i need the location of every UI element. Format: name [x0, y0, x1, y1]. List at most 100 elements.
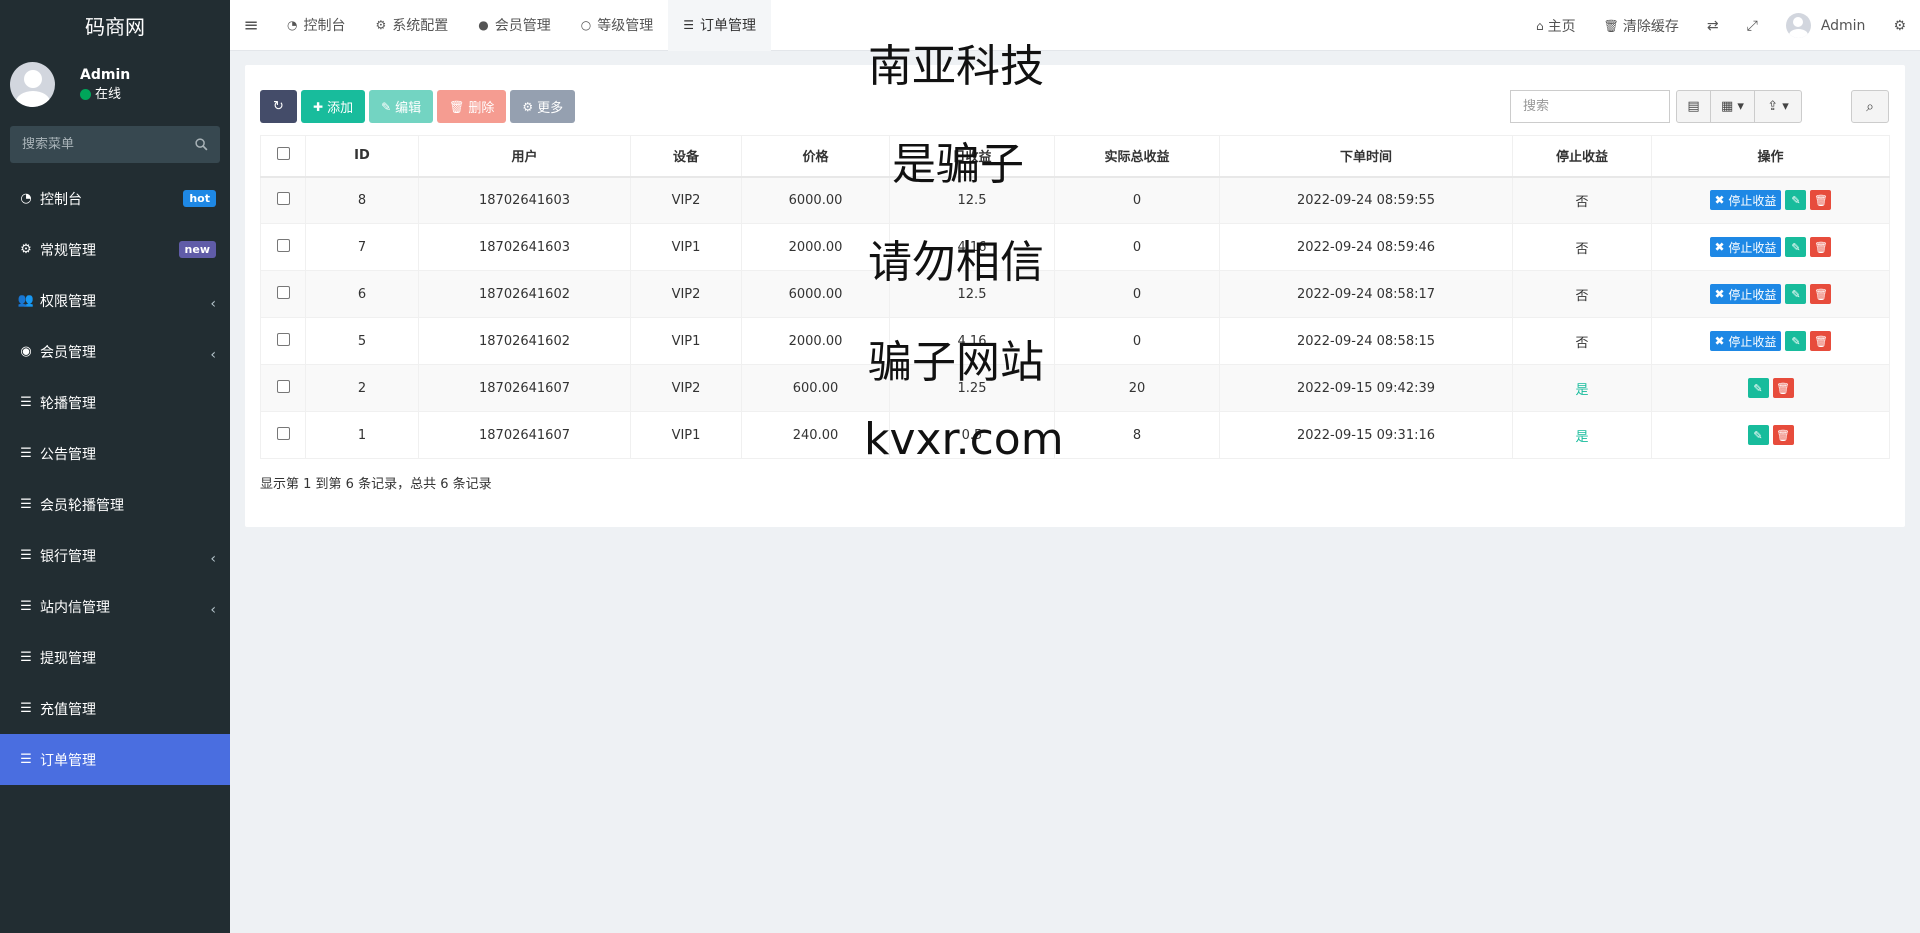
row-checkbox[interactable] [276, 332, 290, 346]
row-edit-button[interactable]: ✎ [1785, 331, 1807, 351]
refresh-button[interactable]: ↻ [260, 90, 297, 123]
tab-levels[interactable]: ○ 等级管理 [566, 0, 668, 51]
times-icon: ✖ [1714, 193, 1729, 208]
tab-dashboard[interactable]: ◔ 控制台 [272, 0, 360, 51]
sidebar-item-dashboard[interactable]: ◔ 控制台 hot [0, 173, 230, 224]
cell-device: VIP1 [630, 223, 742, 271]
settings-toggle[interactable]: ⚙ [1879, 18, 1920, 34]
sidebar-search-input[interactable] [22, 137, 195, 152]
columns-button[interactable]: ▦ ▾ [1710, 90, 1755, 123]
fullscreen-toggle[interactable]: ⤢ [1733, 18, 1772, 34]
cell-total: 8 [1054, 411, 1220, 459]
export-button[interactable]: ⇪ ▾ [1754, 90, 1802, 123]
table-view-icon: ▤ [1687, 99, 1700, 114]
header-time[interactable]: 下单时间 [1219, 135, 1513, 178]
header-total[interactable]: 实际总收益 [1054, 135, 1220, 178]
list-icon: ☰ [20, 446, 32, 461]
cell-total: 20 [1054, 364, 1220, 412]
sidebar-item-notice[interactable]: ☰ 公告管理 [0, 428, 230, 479]
row-edit-button[interactable]: ✎ [1785, 190, 1807, 211]
tab-members[interactable]: ● 会员管理 [463, 0, 565, 51]
row-edit-button[interactable]: ✎ [1747, 425, 1769, 445]
stop-earning-button[interactable]: ✖ 停止收益 [1709, 331, 1782, 351]
sidebar-item-withdraw[interactable]: ☰ 提现管理 [0, 632, 230, 683]
sidebar-item-label: 充值管理 [40, 701, 96, 718]
header-stopped[interactable]: 停止收益 [1512, 135, 1652, 178]
sidebar-item-auth[interactable]: 👥 权限管理 ‹ [0, 275, 230, 326]
table-search-input[interactable] [1510, 90, 1670, 123]
delete-button[interactable]: 🗑 删除 [437, 90, 507, 123]
stop-earning-button[interactable]: ✖ 停止收益 [1709, 190, 1782, 211]
table-tools: ▤ ▦ ▾ ⇪ ▾ [1676, 90, 1802, 123]
sidebar-item-label: 权限管理 [40, 293, 96, 310]
clear-cache-button[interactable]: 🗑 清除缓存 [1590, 16, 1693, 36]
home-link[interactable]: ⌂ 主页 [1522, 16, 1590, 36]
logo[interactable]: 码商网 [0, 0, 230, 51]
row-delete-button[interactable]: 🗑 [1810, 190, 1832, 211]
row-delete-button[interactable]: 🗑 [1810, 331, 1832, 351]
cell-actions: ✖ 停止收益 ✎ 🗑 [1651, 223, 1890, 271]
tab-orders[interactable]: ☰ 订单管理 [668, 0, 771, 51]
tab-system-config[interactable]: ⚙ 系统配置 [360, 0, 463, 51]
add-button[interactable]: ✚ 添加 [301, 90, 366, 123]
sidebar-item-members[interactable]: ◉ 会员管理 ‹ [0, 326, 230, 377]
sidebar-item-general[interactable]: ⚙ 常规管理 new [0, 224, 230, 275]
header-user[interactable]: 用户 [418, 135, 631, 178]
menu-toggle-icon[interactable]: ≡ [230, 15, 272, 36]
toggle-view-button[interactable]: ▤ [1676, 90, 1711, 123]
tab-label: 控制台 [303, 18, 346, 34]
cell-device: VIP1 [630, 317, 742, 365]
search-icon[interactable] [195, 138, 208, 151]
cell-id: 6 [305, 270, 419, 318]
row-checkbox[interactable] [276, 238, 290, 252]
search-icon: ⌕ [1866, 98, 1874, 115]
row-edit-button[interactable]: ✎ [1747, 378, 1769, 398]
user-menu[interactable]: Admin [1772, 13, 1880, 38]
search-button[interactable]: ⌕ [1851, 90, 1889, 123]
online-dot-icon [80, 89, 91, 100]
row-delete-button[interactable]: 🗑 [1810, 284, 1832, 304]
sidebar-item-bank[interactable]: ☰ 银行管理 ‹ [0, 530, 230, 581]
header-actions: 操作 [1651, 135, 1890, 178]
row-checkbox[interactable] [276, 379, 290, 393]
row-delete-button[interactable]: 🗑 [1772, 378, 1794, 398]
pencil-icon: ✎ [1791, 193, 1801, 207]
sidebar-item-orders[interactable]: ☰ 订单管理 [0, 734, 230, 785]
sidebar-item-carousel[interactable]: ☰ 轮播管理 [0, 377, 230, 428]
row-checkbox[interactable] [276, 426, 290, 440]
cell-actions: ✖ 停止收益 ✎ 🗑 [1651, 176, 1890, 224]
pencil-icon: ✎ [1791, 287, 1801, 301]
header-price[interactable]: 价格 [741, 135, 890, 178]
table-row: 1 18702641607 VIP1 240.00 0.5 8 2022-09-… [260, 411, 1890, 459]
trash-icon: 🗑 [1776, 428, 1790, 442]
cell-time: 2022-09-15 09:42:39 [1219, 364, 1513, 412]
cell-device: VIP2 [630, 176, 742, 224]
row-edit-button[interactable]: ✎ [1785, 237, 1807, 257]
language-toggle[interactable]: ⇄ [1693, 18, 1733, 34]
more-button[interactable]: ⚙ 更多 [510, 90, 576, 123]
row-checkbox[interactable] [276, 285, 290, 299]
row-checkbox[interactable] [276, 191, 290, 205]
stop-earning-button[interactable]: ✖ 停止收益 [1709, 284, 1782, 304]
pencil-icon: ✎ [1753, 428, 1763, 442]
row-delete-button[interactable]: 🗑 [1810, 237, 1832, 257]
tab-label: 等级管理 [597, 18, 654, 34]
sidebar-item-messages[interactable]: ☰ 站内信管理 ‹ [0, 581, 230, 632]
table-row: 8 18702641603 VIP2 6000.00 12.5 0 2022-0… [260, 176, 1890, 224]
row-edit-button[interactable]: ✎ [1785, 284, 1807, 304]
header-device[interactable]: 设备 [630, 135, 742, 178]
header-id[interactable]: ID [305, 135, 419, 178]
row-delete-button[interactable]: 🗑 [1772, 425, 1794, 445]
edit-button[interactable]: ✎ 编辑 [369, 90, 434, 123]
user-panel: Admin 在线 [0, 51, 230, 118]
sidebar-item-member-carousel[interactable]: ☰ 会员轮播管理 [0, 479, 230, 530]
chevron-left-icon: ‹ [210, 550, 216, 567]
sidebar-item-recharge[interactable]: ☰ 充值管理 [0, 683, 230, 734]
pencil-icon: ✎ [381, 99, 392, 114]
trash-icon: 🗑 [1813, 193, 1828, 207]
select-all-checkbox[interactable] [276, 147, 290, 161]
gear-icon: ⚙ [522, 99, 534, 114]
stop-earning-button[interactable]: ✖ 停止收益 [1709, 237, 1782, 257]
refresh-icon: ↻ [273, 99, 284, 114]
chevron-left-icon: ‹ [210, 346, 216, 363]
